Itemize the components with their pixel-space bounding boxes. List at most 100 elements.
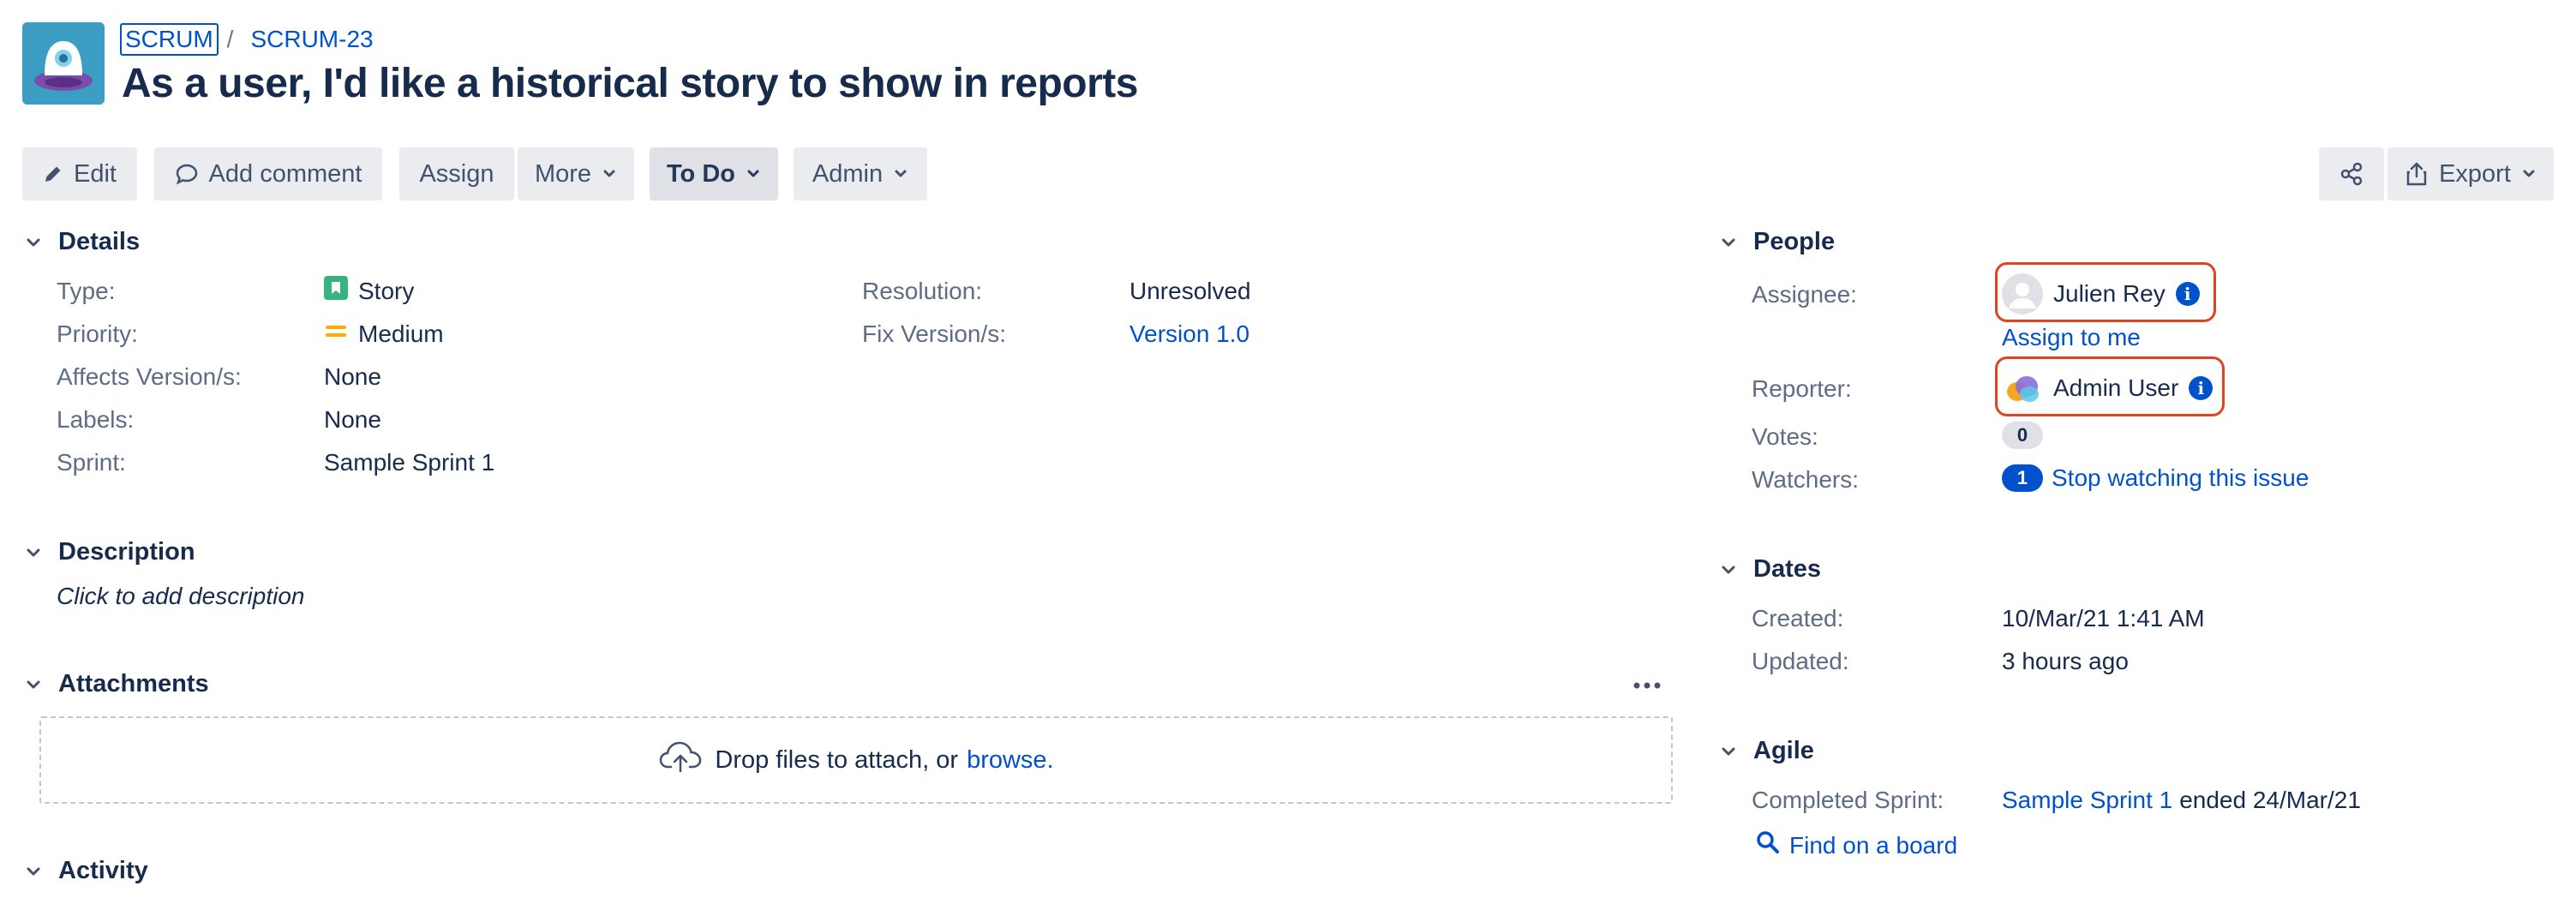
votes-value[interactable]: 0 — [2002, 422, 2043, 449]
chevron-down-icon — [24, 233, 43, 252]
add-comment-button[interactable]: Add comment — [154, 147, 382, 201]
description-section-toggle[interactable]: Description — [24, 538, 195, 566]
assign-to-me-link[interactable]: Assign to me — [2002, 324, 2141, 351]
watchers-value: 1 Stop watching this issue — [2002, 464, 2309, 492]
chevron-down-icon — [24, 862, 43, 881]
votes-label: Votes: — [1752, 423, 1818, 450]
updated-value: 3 hours ago — [2002, 648, 2129, 674]
admin-dropdown[interactable]: Admin — [794, 147, 927, 201]
type-value-text: Story — [358, 277, 415, 304]
details-heading: Details — [58, 228, 141, 255]
updated-label: Updated: — [1752, 648, 1849, 674]
chevron-down-icon — [2521, 166, 2537, 182]
description-heading: Description — [58, 538, 195, 566]
chevron-down-icon — [1719, 742, 1738, 761]
breadcrumb-project-link[interactable]: SCRUM — [120, 23, 219, 56]
sprint-value[interactable]: Sample Sprint 1 — [324, 449, 494, 476]
details-section-toggle[interactable]: Details — [24, 228, 140, 256]
reporter-name: Admin User — [2053, 374, 2179, 401]
dates-heading: Dates — [1753, 555, 1821, 583]
chevron-down-icon — [1719, 560, 1738, 579]
assign-button[interactable]: Assign — [399, 147, 514, 201]
type-value: Story — [324, 276, 414, 306]
export-icon — [2405, 161, 2429, 187]
fix-version-label: Fix Version/s: — [862, 320, 1007, 347]
more-horizontal-icon[interactable] — [1628, 674, 1666, 697]
find-on-board-label: Find on a board — [1789, 831, 1958, 859]
people-heading: People — [1753, 228, 1836, 255]
chevron-down-icon — [602, 166, 617, 182]
agile-section-toggle[interactable]: Agile — [1719, 737, 1814, 765]
agile-heading: Agile — [1753, 737, 1814, 764]
completed-sprint-suffix: ended 24/Mar/21 — [2179, 787, 2361, 813]
chevron-down-icon — [746, 166, 761, 182]
info-icon[interactable]: i — [2189, 376, 2214, 400]
status-dropdown[interactable]: To Do — [650, 147, 778, 201]
share-button[interactable] — [2319, 147, 2384, 201]
fix-version-link[interactable]: Version 1.0 — [1129, 320, 1249, 348]
dropzone-text: Drop files to attach, or — [715, 745, 959, 774]
edit-button[interactable]: Edit — [22, 147, 137, 201]
activity-section-toggle[interactable]: Activity — [24, 857, 148, 885]
attachments-section-toggle[interactable]: Attachments — [24, 670, 209, 698]
watchers-label: Watchers: — [1752, 466, 1859, 493]
export-dropdown[interactable]: Export — [2387, 147, 2554, 201]
labels-label: Labels: — [57, 406, 135, 433]
breadcrumb-issue-key-link[interactable]: SCRUM-23 — [250, 26, 373, 53]
sprint-label: Sprint: — [57, 449, 126, 476]
priority-label: Priority: — [57, 320, 138, 347]
resolution-label: Resolution: — [862, 278, 983, 304]
chevron-down-icon — [1719, 233, 1738, 252]
completed-sprint-label: Completed Sprint: — [1752, 787, 1944, 813]
project-avatar[interactable] — [22, 22, 105, 105]
admin-dropdown-label: Admin — [812, 159, 884, 188]
status-dropdown-label: To Do — [667, 159, 735, 188]
breadcrumb: SCRUM / SCRUM-23 — [120, 22, 374, 57]
issue-title[interactable]: As a user, I'd like a historical story t… — [122, 60, 1138, 107]
add-comment-button-label: Add comment — [208, 159, 362, 188]
dates-section-toggle[interactable]: Dates — [1719, 555, 1821, 584]
affects-version-value: None — [324, 363, 381, 390]
priority-value-text: Medium — [358, 320, 444, 347]
search-icon — [1755, 829, 1781, 861]
labels-value[interactable]: None — [324, 406, 381, 434]
assignee-label: Assignee: — [1752, 281, 1857, 308]
attachment-dropzone[interactable]: Drop files to attach, or browse. — [39, 716, 1673, 804]
more-dropdown-label: More — [534, 159, 592, 188]
people-section-toggle[interactable]: People — [1719, 228, 1835, 256]
created-label: Created: — [1752, 605, 1844, 632]
reporter-value[interactable]: Admin User i — [2002, 367, 2214, 410]
stop-watching-link[interactable]: Stop watching this issue — [2052, 464, 2309, 492]
chevron-down-icon — [24, 543, 43, 562]
watchers-count-badge[interactable]: 1 — [2002, 464, 2043, 492]
share-icon — [2339, 161, 2364, 187]
comment-icon — [175, 162, 199, 186]
assignee-name: Julien Rey — [2053, 280, 2166, 307]
description-placeholder[interactable]: Click to add description — [57, 583, 304, 610]
pencil-icon — [43, 164, 63, 184]
assignee-value[interactable]: Julien Rey i — [2002, 272, 2200, 315]
priority-value: Medium — [324, 319, 444, 349]
type-label: Type: — [57, 278, 116, 304]
created-value: 10/Mar/21 1:41 AM — [2002, 605, 2205, 632]
user-avatar — [2002, 368, 2043, 409]
completed-sprint-value: Sample Sprint 1 ended 24/Mar/21 — [2002, 787, 2361, 814]
priority-medium-icon — [324, 319, 348, 349]
assign-button-label: Assign — [419, 159, 494, 188]
activity-heading: Activity — [58, 857, 148, 884]
resolution-value: Unresolved — [1129, 278, 1251, 304]
more-dropdown[interactable]: More — [518, 147, 634, 201]
find-on-board-link[interactable]: Find on a board — [1755, 829, 1957, 861]
info-icon[interactable]: i — [2175, 282, 2200, 306]
browse-link[interactable]: browse. — [967, 746, 1054, 775]
completed-sprint-link[interactable]: Sample Sprint 1 — [2002, 787, 2172, 814]
edit-button-label: Edit — [74, 159, 117, 188]
attachments-heading: Attachments — [58, 670, 209, 697]
chevron-down-icon — [893, 166, 908, 182]
story-icon — [324, 276, 348, 306]
upload-cloud-icon — [658, 739, 703, 781]
votes-count-badge: 0 — [2002, 422, 2043, 449]
breadcrumb-separator: / — [226, 26, 234, 52]
user-avatar — [2002, 273, 2043, 314]
reporter-label: Reporter: — [1752, 375, 1852, 402]
